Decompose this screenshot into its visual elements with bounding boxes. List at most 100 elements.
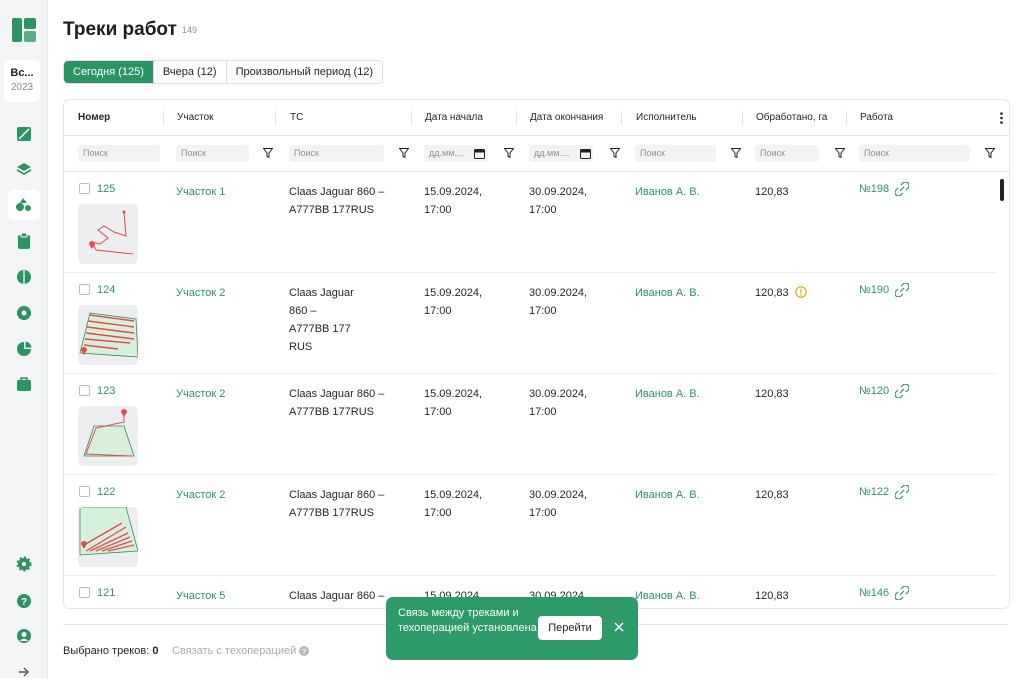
work-cell: №120 (859, 384, 910, 398)
link-icon[interactable] (895, 283, 910, 297)
nav-map-icon[interactable] (12, 122, 36, 146)
filter-executor-funnel-icon[interactable] (731, 148, 741, 158)
link-icon[interactable] (895, 485, 910, 499)
col-executor[interactable]: Исполнитель (636, 112, 697, 123)
vehicle-cell: Claas Jaguar 860 – A777BB 177RUS (289, 388, 385, 418)
sidebar-expand-icon[interactable] (12, 660, 36, 684)
table-scrollbar[interactable] (1000, 179, 1004, 201)
end-calendar-icon[interactable] (580, 148, 591, 159)
processed-cell: 120,83 (755, 590, 789, 602)
filter-work-funnel-icon[interactable] (985, 148, 995, 158)
tracks-table: Номер Участок ТС Дата начала Дата оконча… (63, 99, 1010, 609)
start-date-cell: 15.09.2024, 17:00 (424, 186, 483, 216)
selected-count: 0 (152, 645, 159, 657)
success-toast: Связь между треками и техоперацией устан… (386, 597, 638, 660)
nav-tracks-icon[interactable] (8, 190, 40, 220)
filter-field-funnel-icon[interactable] (263, 148, 273, 158)
nav-clipboard-icon[interactable] (12, 229, 36, 253)
tab-yesterday[interactable]: Вчера (12) (153, 61, 227, 83)
start-date-cell: 15.09.2024, 17:00 (424, 489, 483, 519)
nav-box-icon[interactable] (12, 372, 36, 396)
field-link[interactable]: Участок 5 (176, 587, 225, 605)
table-row[interactable]: 123 Участок 2 Claas Jaguar 860 – A777BB … (64, 374, 996, 475)
table-row[interactable]: 122 Участок 2 Claas Jaguar 860 – A777BB … (64, 475, 996, 576)
help-icon[interactable]: ? (299, 646, 310, 656)
link-icon[interactable] (895, 182, 910, 196)
table-header: Номер Участок ТС Дата начала Дата оконча… (64, 100, 1009, 136)
link-icon[interactable] (895, 586, 910, 600)
start-calendar-icon[interactable] (474, 148, 485, 159)
col-number[interactable]: Номер (78, 112, 110, 123)
link-operation-button[interactable]: Связать с техоперацией ? (172, 645, 310, 657)
col-processed[interactable]: Обработано, га (756, 112, 827, 123)
nav-profile-icon[interactable] (12, 624, 36, 648)
vehicle-cell: Claas Jaguar 860 – A777BB 177RUS (289, 489, 385, 519)
executor-link[interactable]: Иванов А. В. (635, 284, 700, 302)
warning-icon[interactable] (795, 286, 807, 298)
field-link[interactable]: Участок 1 (176, 183, 225, 201)
work-link[interactable]: №198 (859, 183, 889, 195)
table-row[interactable]: 124 Участок 2 Claas Jaguar 860 – A777BB … (64, 273, 996, 374)
filter-end-funnel-icon[interactable] (610, 148, 620, 158)
start-date-cell: 15.09.2024, 17:00 (424, 287, 483, 317)
end-date-cell: 30.09.2024, 17:00 (529, 186, 588, 216)
nav-leaf-icon[interactable] (12, 265, 36, 289)
row-checkbox[interactable] (79, 284, 90, 295)
toast-go-button[interactable]: Перейти (538, 616, 602, 640)
nav-pie-chart-icon[interactable] (12, 337, 36, 361)
season-selector[interactable]: Вс... 2023 (4, 60, 40, 102)
col-start-date[interactable]: Дата начала (425, 112, 483, 123)
nav-settings-icon[interactable] (12, 301, 36, 325)
track-thumbnail[interactable] (78, 305, 138, 365)
row-checkbox[interactable] (79, 486, 90, 497)
nav-gear-icon[interactable] (12, 552, 36, 576)
tracks-count: 149 (182, 25, 198, 35)
field-link[interactable]: Участок 2 (176, 385, 225, 403)
filter-start-funnel-icon[interactable] (504, 148, 514, 158)
work-link[interactable]: №146 (859, 587, 889, 599)
work-link[interactable]: №120 (859, 385, 889, 397)
link-icon[interactable] (895, 384, 910, 398)
track-number[interactable]: 123 (97, 385, 115, 397)
filter-work-input[interactable]: Поиск (859, 145, 970, 162)
row-checkbox[interactable] (79, 385, 90, 396)
track-number[interactable]: 124 (97, 284, 115, 296)
track-number[interactable]: 125 (97, 183, 115, 195)
track-thumbnail[interactable] (78, 204, 138, 264)
executor-link[interactable]: Иванов А. В. (635, 587, 700, 605)
filter-executor-input[interactable]: Поиск (635, 145, 716, 162)
row-checkbox[interactable] (79, 587, 90, 598)
filter-vehicle-input[interactable]: Поиск (289, 145, 384, 162)
track-thumbnail[interactable] (78, 507, 138, 567)
nav-help-icon[interactable]: ? (12, 589, 36, 613)
work-cell: №198 (859, 182, 910, 196)
field-link[interactable]: Участок 2 (176, 284, 225, 302)
col-end-date[interactable]: Дата окончания (530, 112, 603, 123)
col-vehicle[interactable]: ТС (290, 112, 303, 123)
work-link[interactable]: №122 (859, 486, 889, 498)
filter-vehicle-funnel-icon[interactable] (399, 148, 409, 158)
row-checkbox[interactable] (79, 183, 90, 194)
tab-today[interactable]: Сегодня (125) (64, 61, 154, 83)
table-row[interactable]: 125 Участок 1 Claas Jaguar 860 – A777BB … (64, 172, 996, 273)
track-number[interactable]: 121 (97, 587, 115, 599)
col-work[interactable]: Работа (860, 112, 893, 123)
filter-processed-funnel-icon[interactable] (835, 148, 845, 158)
tab-custom-period[interactable]: Произвольный период (12) (226, 61, 383, 83)
nav-layers-icon[interactable] (12, 157, 36, 181)
field-link[interactable]: Участок 2 (176, 486, 225, 504)
filter-field-input[interactable]: Поиск (176, 145, 249, 162)
col-field[interactable]: Участок (177, 112, 214, 123)
track-number[interactable]: 122 (97, 486, 115, 498)
filter-processed-input[interactable]: Поиск (755, 145, 819, 162)
work-link[interactable]: №190 (859, 284, 889, 296)
app-logo-icon[interactable] (12, 18, 36, 42)
executor-link[interactable]: Иванов А. В. (635, 385, 700, 403)
close-icon[interactable] (613, 621, 625, 633)
executor-link[interactable]: Иванов А. В. (635, 486, 700, 504)
filter-number-input[interactable]: Поиск (78, 145, 160, 162)
columns-menu-icon[interactable] (1000, 112, 1003, 124)
track-thumbnail[interactable] (78, 406, 138, 466)
work-cell: №122 (859, 485, 910, 499)
executor-link[interactable]: Иванов А. В. (635, 183, 700, 201)
